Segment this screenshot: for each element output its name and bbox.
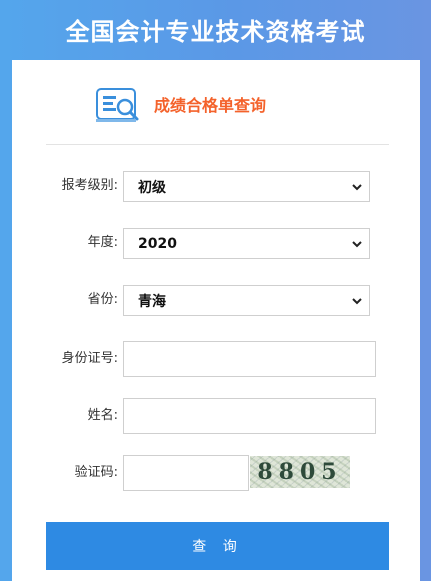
year-label: 年度: xyxy=(87,235,118,250)
name-input[interactable] xyxy=(123,398,376,434)
chevron-down-icon xyxy=(352,298,362,305)
id-number-label: 身份证号: xyxy=(61,351,118,366)
captcha-image[interactable]: 8805 xyxy=(250,456,350,488)
captcha-image-text: 8805 xyxy=(257,459,343,485)
level-value: 初级 xyxy=(138,179,166,196)
card-heading: 成绩合格单查询 xyxy=(12,60,420,144)
divider xyxy=(46,144,389,145)
query-button[interactable]: 查 询 xyxy=(46,522,389,570)
province-label: 省份: xyxy=(87,292,118,307)
year-select[interactable]: 2020 xyxy=(123,228,370,259)
year-value: 2020 xyxy=(138,235,177,252)
captcha-input[interactable] xyxy=(123,455,249,491)
page-title: 全国会计专业技术资格考试 xyxy=(65,17,366,46)
level-select[interactable]: 初级 xyxy=(123,171,370,202)
level-label: 报考级别: xyxy=(61,178,118,193)
province-value: 青海 xyxy=(138,293,166,310)
document-search-icon xyxy=(96,88,139,122)
captcha-label: 验证码: xyxy=(74,465,118,480)
query-card: 成绩合格单查询 报考级别: 初级 年度: 2020 省份: 青海 身份证号: 姓… xyxy=(12,60,420,581)
page-header: 全国会计专业技术资格考试 xyxy=(0,0,431,58)
name-label: 姓名: xyxy=(87,408,118,423)
chevron-down-icon xyxy=(352,241,362,248)
id-number-input[interactable] xyxy=(123,341,376,377)
card-title: 成绩合格单查询 xyxy=(154,96,267,115)
chevron-down-icon xyxy=(352,184,362,191)
province-select[interactable]: 青海 xyxy=(123,285,370,316)
